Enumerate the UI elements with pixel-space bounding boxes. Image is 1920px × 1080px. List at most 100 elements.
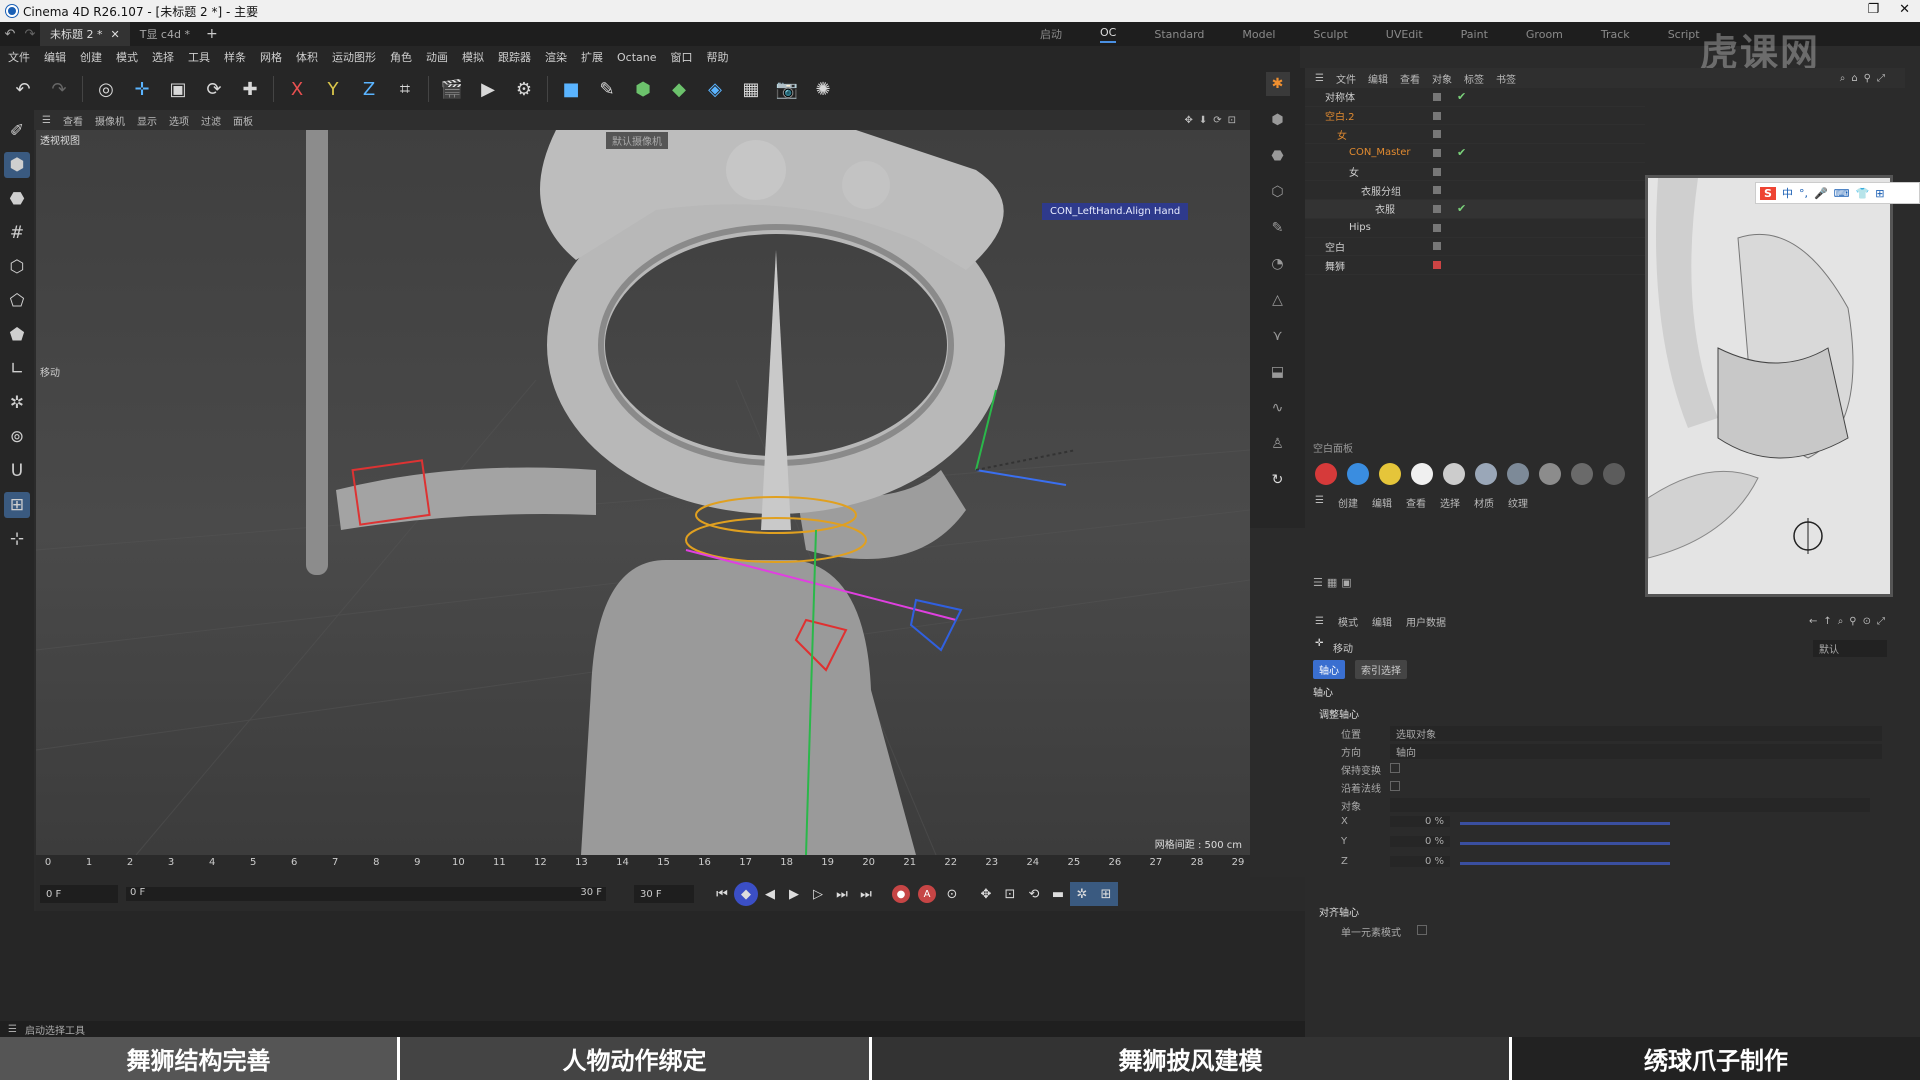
spline-pen-icon[interactable]: ✎ bbox=[594, 76, 620, 102]
points-mode-icon[interactable]: ⬡ bbox=[4, 254, 30, 280]
polygons-mode-icon[interactable]: ⬟ bbox=[4, 322, 30, 348]
tree-row[interactable]: 空白 bbox=[1305, 238, 1645, 257]
key-scale-icon[interactable]: ⊡ bbox=[998, 882, 1022, 906]
undo-small-icon[interactable]: ↶ bbox=[0, 21, 20, 47]
material-swatch[interactable] bbox=[1507, 463, 1529, 485]
y-axis-icon[interactable]: Y bbox=[320, 76, 346, 102]
attr-menu-item[interactable]: 模式 bbox=[1338, 614, 1358, 629]
menu-icon[interactable]: ☰ bbox=[8, 1024, 17, 1035]
character-icon[interactable]: ♙ bbox=[1266, 432, 1290, 456]
preset-dropdown[interactable]: 默认 bbox=[1813, 640, 1887, 657]
next-frame-icon[interactable]: ▷ bbox=[806, 882, 830, 906]
close-button[interactable]: ✕ bbox=[1899, 2, 1910, 17]
mat-menu-item[interactable]: 选择 bbox=[1440, 495, 1460, 510]
deformer-icon[interactable]: ◈ bbox=[702, 76, 728, 102]
menu-item[interactable]: 窗口 bbox=[671, 49, 693, 65]
menu-item[interactable]: 帮助 bbox=[707, 49, 729, 65]
material-swatch[interactable] bbox=[1475, 463, 1497, 485]
y-slider[interactable] bbox=[1460, 842, 1670, 845]
weight-icon[interactable]: ⬓ bbox=[1266, 360, 1290, 384]
hamburger-icon[interactable]: ☰ bbox=[42, 115, 51, 126]
layout-tab[interactable]: Groom bbox=[1526, 28, 1563, 41]
skin-icon[interactable]: 👕 bbox=[1856, 187, 1870, 200]
tree-row[interactable]: 女 bbox=[1305, 125, 1645, 145]
material-swatch[interactable] bbox=[1571, 463, 1593, 485]
menu-item[interactable]: 网格 bbox=[260, 49, 282, 65]
add-tab-button[interactable]: + bbox=[206, 26, 218, 42]
go-to-start-icon[interactable]: ⏮ bbox=[710, 882, 734, 906]
check-icon[interactable]: ✔ bbox=[1457, 146, 1466, 159]
viewport-menu-item[interactable]: 过滤 bbox=[201, 113, 221, 128]
menu-item[interactable]: 创建 bbox=[80, 49, 102, 65]
attr-menu-item[interactable]: 编辑 bbox=[1372, 614, 1392, 629]
object-mode-icon[interactable]: ⬢ bbox=[4, 152, 30, 178]
keep-transform-checkbox[interactable] bbox=[1390, 763, 1400, 773]
menu-item[interactable]: 文件 bbox=[8, 49, 30, 65]
menu-item[interactable]: 选择 bbox=[152, 49, 174, 65]
view-mode-icons[interactable]: ☰▦▣ bbox=[1313, 576, 1356, 589]
reset-icon[interactable]: ↻ bbox=[1266, 468, 1290, 492]
viewport-menu-item[interactable]: 摄像机 bbox=[95, 113, 125, 128]
menu-item[interactable]: 模式 bbox=[116, 49, 138, 65]
visibility-dot[interactable] bbox=[1433, 167, 1441, 176]
menu-item[interactable]: 体积 bbox=[296, 49, 318, 65]
menu-item[interactable]: 扩展 bbox=[581, 49, 603, 65]
tree-row[interactable]: 空白.2 bbox=[1305, 107, 1645, 126]
timeline-ruler[interactable]: 0 1 2 3 4 5 6 7 8 9 10 11 12 13 14 15 16 17 18 19 20 21 22 23 24… bbox=[36, 855, 1250, 877]
ik-icon[interactable]: ⋎ bbox=[1266, 324, 1290, 348]
snap-settings-icon[interactable]: ✱ bbox=[1265, 72, 1290, 96]
x-slider[interactable] bbox=[1460, 822, 1670, 825]
rotate-tool-icon[interactable]: ⟳ bbox=[201, 76, 227, 102]
y-percent-field[interactable]: 0 % bbox=[1390, 836, 1450, 847]
visibility-dot[interactable] bbox=[1433, 130, 1441, 139]
bucket-icon[interactable]: ◔ bbox=[1266, 252, 1290, 276]
layout-tab[interactable]: 启动 bbox=[1040, 26, 1062, 42]
mat-menu-item[interactable]: 查看 bbox=[1406, 495, 1426, 510]
om-menu-item[interactable]: 书签 bbox=[1496, 71, 1516, 86]
position-dropdown[interactable]: 选取对象 bbox=[1390, 726, 1882, 741]
paint-icon[interactable]: ⬢ bbox=[1266, 108, 1290, 132]
menu-item[interactable]: 跟踪器 bbox=[498, 49, 531, 65]
grid-icon[interactable]: # bbox=[4, 220, 30, 246]
menu-item[interactable]: 样条 bbox=[224, 49, 246, 65]
render-picture-icon[interactable]: ▶ bbox=[475, 76, 501, 102]
material-swatch[interactable] bbox=[1347, 463, 1369, 485]
brush-icon[interactable]: ⬡ bbox=[1266, 180, 1290, 204]
subsection-adjust-pivot[interactable]: 调整轴心 bbox=[1319, 706, 1359, 721]
om-menu-item[interactable]: 查看 bbox=[1400, 71, 1420, 86]
microphone-icon[interactable]: 🎤 bbox=[1814, 187, 1828, 200]
edges-mode-icon[interactable]: ⬠ bbox=[4, 288, 30, 314]
viewport-menu-item[interactable]: 选项 bbox=[169, 113, 189, 128]
z-percent-field[interactable]: 0 % bbox=[1390, 856, 1450, 867]
light-icon[interactable]: ✺ bbox=[810, 76, 836, 102]
keyboard-icon[interactable]: ⌨ bbox=[1834, 187, 1850, 200]
viewport-nav-icons[interactable]: ✥⬇⟳⊡ bbox=[1184, 115, 1242, 126]
next-key-icon[interactable]: ⏭ bbox=[830, 882, 854, 906]
timeline-icon[interactable]: ⊞ bbox=[1094, 882, 1118, 906]
check-icon[interactable]: ✔ bbox=[1457, 90, 1466, 103]
om-menu-item[interactable]: 标签 bbox=[1464, 71, 1484, 86]
material-swatch[interactable] bbox=[1411, 463, 1433, 485]
tree-row[interactable]: CON_Master ✔ bbox=[1305, 144, 1645, 163]
cloner-icon[interactable]: ◆ bbox=[666, 76, 692, 102]
planar-workplane-icon[interactable]: ⊹ bbox=[4, 526, 30, 552]
end-frame-field[interactable]: 30 F bbox=[634, 885, 694, 903]
hamburger-icon[interactable]: ☰ bbox=[1315, 616, 1324, 627]
snap-icon[interactable]: ✲ bbox=[4, 390, 30, 416]
current-frame-field[interactable]: 0 F bbox=[40, 885, 118, 903]
previous-frame-icon[interactable]: ◀ bbox=[758, 882, 782, 906]
key-rotation-icon[interactable]: ⟲ bbox=[1022, 882, 1046, 906]
object-link-field[interactable] bbox=[1390, 798, 1870, 812]
layout-tab[interactable]: Paint bbox=[1461, 28, 1488, 41]
key-param-icon[interactable]: ▬ bbox=[1046, 882, 1070, 906]
redo-small-icon[interactable]: ↷ bbox=[20, 21, 40, 47]
close-tab-icon[interactable]: ✕ bbox=[111, 28, 120, 41]
live-select-icon[interactable]: ◎ bbox=[93, 76, 119, 102]
pen-icon[interactable]: ✎ bbox=[1266, 216, 1290, 240]
x-percent-field[interactable]: 0 % bbox=[1390, 816, 1450, 827]
camera-selector[interactable]: 默认摄像机 bbox=[606, 132, 668, 149]
ime-toolbar[interactable]: S 中 °, 🎤 ⌨ 👕 ⊞ bbox=[1755, 182, 1920, 204]
tree-row[interactable]: Hips bbox=[1305, 219, 1645, 238]
maximize-button[interactable]: ❐ bbox=[1867, 2, 1879, 17]
spline-icon[interactable]: ∿ bbox=[1266, 396, 1290, 420]
